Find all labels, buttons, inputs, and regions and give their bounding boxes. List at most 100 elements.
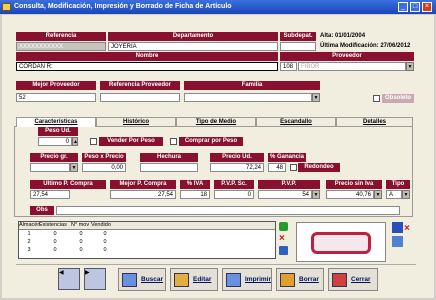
buscar-label: Buscar — [141, 276, 164, 283]
hechura-label: Hechura — [140, 153, 198, 162]
subdepartamento-label: Subdepat. — [280, 32, 316, 41]
peso-spinner-icon[interactable]: ▲ — [72, 137, 78, 146]
precio-gr-field[interactable] — [30, 163, 70, 172]
pvp-label: P.V.P. — [258, 180, 320, 189]
grid-cell: 0 — [53, 231, 57, 237]
grid-cell: 0 — [103, 231, 107, 237]
grid-cell: 3 — [27, 247, 31, 253]
print-icon — [226, 273, 241, 287]
redondeo-label: Redondeo — [298, 163, 340, 172]
familia-dropdown-icon[interactable]: ▼ — [312, 93, 320, 102]
prev-record-button[interactable]: ◀ — [58, 268, 80, 290]
article-image[interactable] — [296, 222, 386, 262]
mejor-proveedor-field[interactable]: 52 — [16, 93, 96, 102]
referencia-field[interactable]: XXXXXXXXXXX — [16, 42, 106, 51]
pvp-sc-label: P.V.P. Sc. — [214, 180, 254, 189]
buscar-button[interactable]: Buscar — [118, 268, 166, 291]
borrar-button[interactable]: Borrar — [276, 268, 324, 291]
grid-cell: 0 — [79, 247, 83, 253]
proveedor-dropdown-icon[interactable]: ▼ — [406, 62, 414, 71]
ref-proveedor-field[interactable] — [100, 93, 180, 102]
table-row[interactable]: 1 0 0 0 — [19, 230, 139, 238]
vender-peso-checkbox[interactable] — [90, 138, 97, 145]
precio-sin-iva-dropdown-icon[interactable]: ▼ — [374, 190, 382, 199]
save-icon[interactable] — [279, 246, 288, 255]
delete-icon[interactable]: × — [279, 234, 288, 244]
precio-sin-iva-field[interactable]: 40,76 — [326, 190, 374, 199]
minimize-button[interactable]: _ — [398, 2, 408, 12]
pvp-dropdown-icon[interactable]: ▼ — [312, 190, 320, 199]
comprar-peso-checkbox[interactable] — [170, 138, 177, 145]
close-button[interactable]: × — [422, 2, 432, 12]
grid-cell: 0 — [79, 231, 83, 237]
remove-image-icon[interactable]: × — [404, 224, 413, 234]
tipo-field[interactable]: A — [386, 190, 402, 199]
tipo-label: Tipo — [386, 180, 410, 189]
tab-caracteristicas[interactable]: Características — [16, 117, 96, 127]
grid-header-nmov: N° mov — [71, 222, 90, 228]
maximize-button[interactable]: □ — [410, 2, 420, 12]
tab-detalles[interactable]: Detalles — [336, 117, 413, 126]
iva-label: % IVA — [180, 180, 210, 189]
cerrar-button[interactable]: Cerrar — [328, 268, 378, 291]
peso-precio-label: Peso x Precio — [82, 153, 126, 162]
familia-field[interactable] — [184, 93, 312, 102]
editar-button[interactable]: Editar — [170, 268, 218, 291]
ganancia-field[interactable]: 48 — [268, 163, 286, 172]
ref-proveedor-label: Referencia Proveedor — [100, 81, 180, 90]
precio-gr-dropdown-icon[interactable]: ▼ — [70, 163, 78, 172]
departamento-field[interactable]: JOYERIA — [108, 42, 278, 51]
grid-cell: 0 — [53, 239, 57, 245]
grid-cell: 2 — [27, 239, 31, 245]
pvp-sc-field[interactable]: 0 — [214, 190, 254, 199]
imprimir-label: Imprimir — [245, 276, 272, 283]
table-row[interactable]: 2000 — [19, 238, 139, 246]
alta-date: Alta: 01/01/2004 — [320, 33, 366, 39]
peso-field[interactable]: 0 — [38, 137, 72, 146]
pvp-field[interactable]: 54 — [258, 190, 312, 199]
hechura-field[interactable] — [140, 163, 198, 172]
search-icon — [122, 273, 137, 287]
imprimir-button[interactable]: Imprimir — [222, 268, 272, 291]
tab-escandallo[interactable]: Escandallo — [256, 117, 336, 126]
next-record-button[interactable]: ▶ — [84, 268, 106, 290]
nombre-label: Nombre — [16, 52, 278, 61]
precio-sin-iva-label: Precio sin Iva — [326, 180, 382, 189]
proveedor-name-field[interactable]: FIBOR — [298, 62, 406, 71]
vender-peso-label: Vender Por Peso — [99, 137, 163, 146]
save-image-icon[interactable] — [392, 222, 403, 233]
redondeo-checkbox[interactable] — [290, 164, 297, 171]
grid-cell: 0 — [103, 247, 107, 253]
ganancia-label: % Ganancia — [268, 153, 306, 162]
tab-tipo-medio[interactable]: Tipo de Medio — [176, 117, 256, 126]
mejor-compra-field[interactable]: 27,54 — [110, 190, 176, 199]
proveedor-code-field[interactable]: 108 — [280, 62, 297, 71]
referencia-label: Referencia — [16, 32, 106, 41]
proveedor-label: Proveedor — [280, 52, 414, 61]
edit-icon — [174, 273, 189, 287]
add-icon[interactable] — [279, 222, 288, 231]
precio-gr-label: Precio gr. — [30, 153, 78, 162]
subdepartamento-field[interactable] — [280, 42, 316, 51]
app-icon — [2, 3, 11, 11]
ultimo-compra-label: Último P. Compra — [30, 180, 106, 189]
grid-cell: 0 — [53, 247, 57, 253]
obsoleto-label: Obsoleto — [382, 94, 414, 103]
peso-precio-field[interactable]: 0,00 — [82, 163, 126, 172]
precio-ud-label: Precio Ud. — [210, 153, 264, 162]
grid-body: 1 0 0 0 2000 3 0 0 0 — [19, 230, 139, 254]
trash-icon — [280, 273, 295, 287]
departamento-label: Departamento — [108, 32, 278, 41]
obsoleto-checkbox[interactable] — [373, 95, 380, 102]
nombre-field[interactable]: CORDAN R: — [16, 62, 278, 71]
precio-ud-field[interactable]: 72,24 — [210, 163, 264, 172]
tipo-dropdown-icon[interactable]: ▼ — [402, 190, 410, 199]
table-row[interactable]: 3 0 0 0 — [19, 246, 139, 254]
grid-cell: 1 — [27, 231, 31, 237]
tab-historico[interactable]: Histórico — [96, 117, 176, 126]
borrar-label: Borrar — [299, 276, 319, 283]
ultimo-compra-field[interactable]: 27,54 — [30, 190, 70, 199]
obs-field[interactable] — [56, 206, 400, 215]
iva-field[interactable]: 18 — [180, 190, 210, 199]
load-image-icon[interactable] — [392, 236, 403, 247]
